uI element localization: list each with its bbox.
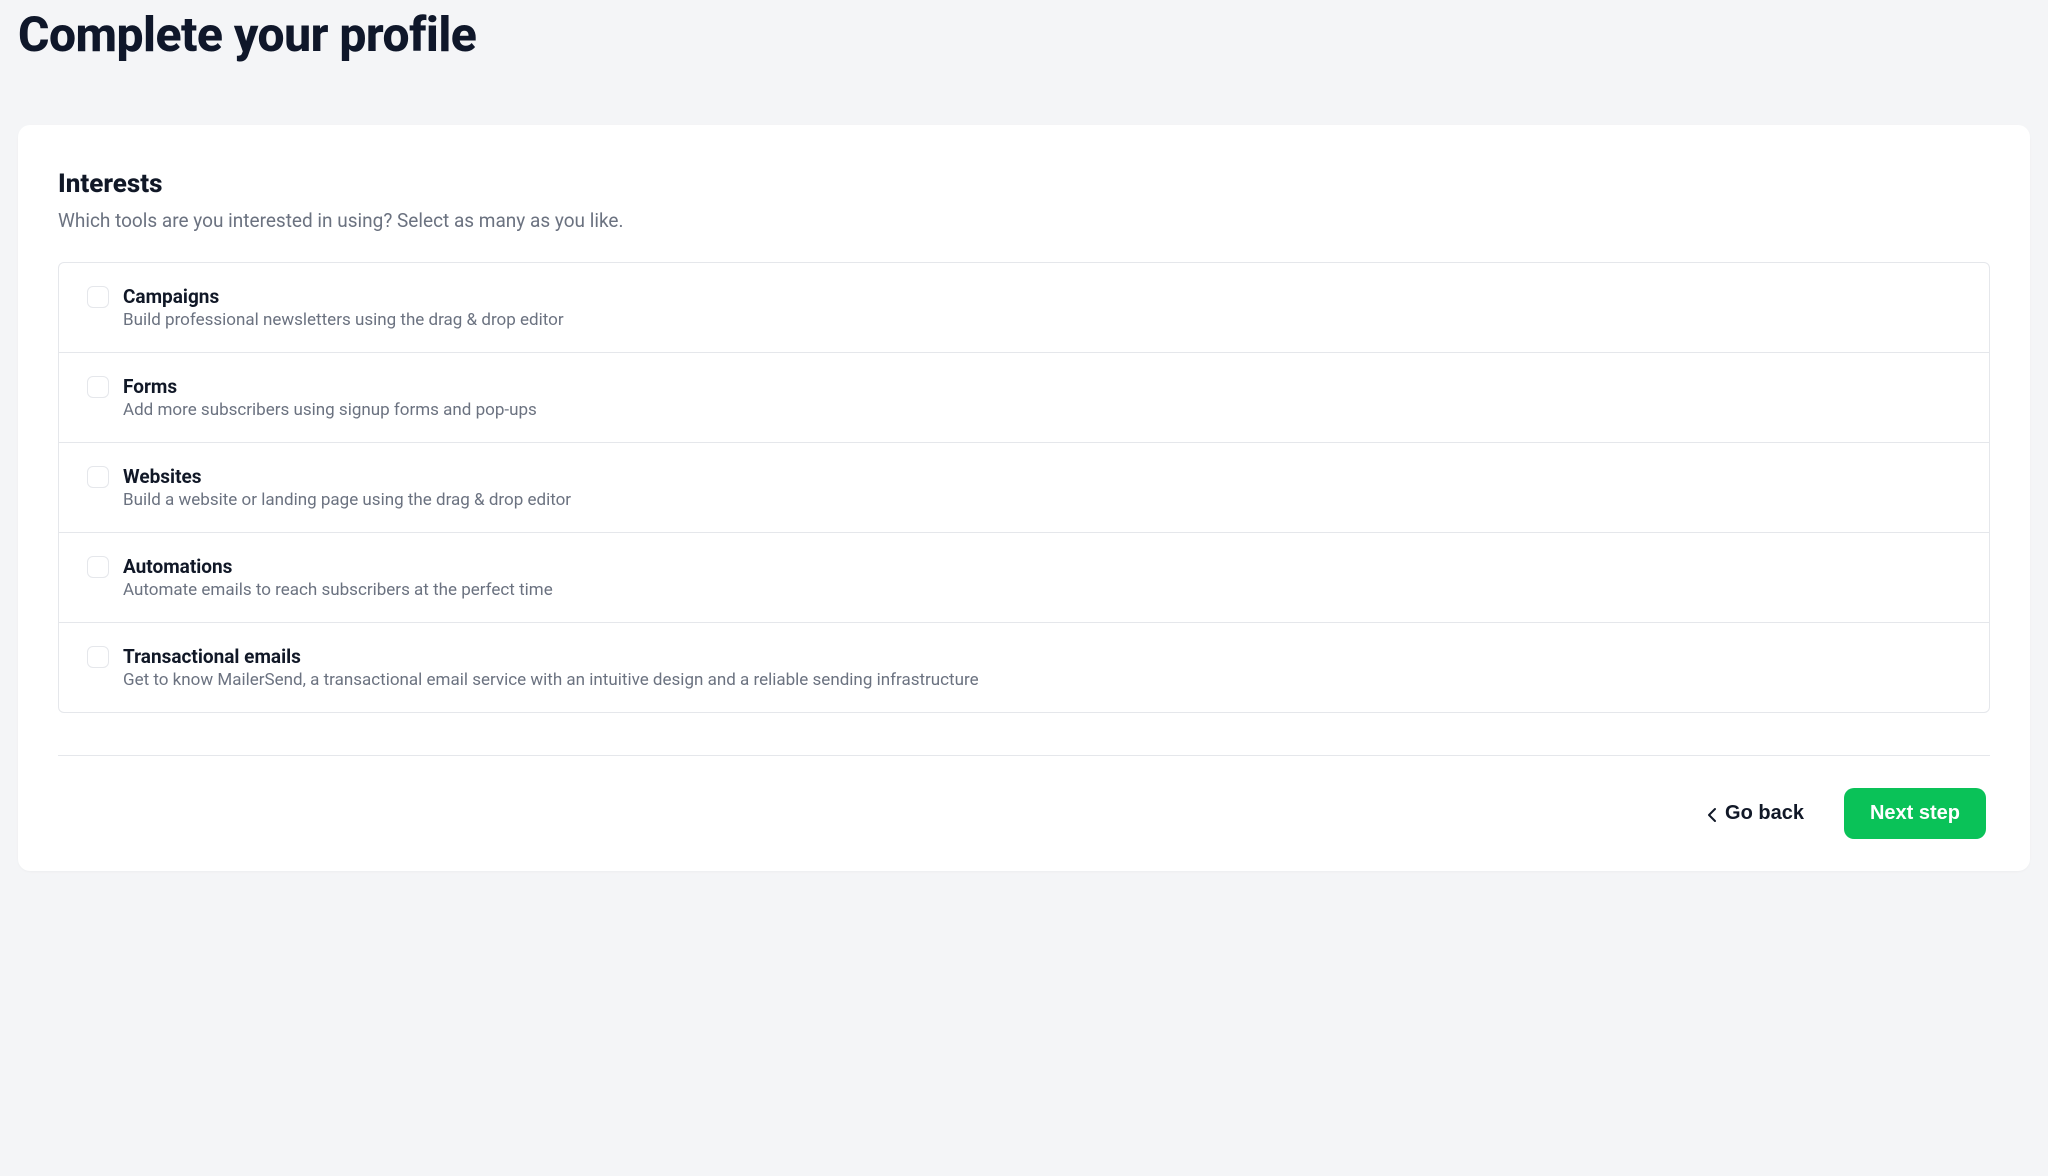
option-title: Automations bbox=[123, 555, 553, 578]
option-content: Automations Automate emails to reach sub… bbox=[123, 555, 553, 600]
option-automations[interactable]: Automations Automate emails to reach sub… bbox=[59, 533, 1989, 623]
option-campaigns[interactable]: Campaigns Build professional newsletters… bbox=[59, 263, 1989, 353]
chevron-left-icon bbox=[1707, 806, 1717, 822]
option-content: Forms Add more subscribers using signup … bbox=[123, 375, 537, 420]
option-desc: Build a website or landing page using th… bbox=[123, 490, 571, 510]
checkbox[interactable] bbox=[87, 646, 109, 668]
checkbox[interactable] bbox=[87, 556, 109, 578]
option-forms[interactable]: Forms Add more subscribers using signup … bbox=[59, 353, 1989, 443]
divider bbox=[58, 755, 1990, 756]
page-title: Complete your profile bbox=[0, 0, 2048, 63]
option-websites[interactable]: Websites Build a website or landing page… bbox=[59, 443, 1989, 533]
card-subtitle: Which tools are you interested in using?… bbox=[58, 209, 1990, 232]
option-transactional-emails[interactable]: Transactional emails Get to know MailerS… bbox=[59, 623, 1989, 712]
options-list: Campaigns Build professional newsletters… bbox=[58, 262, 1990, 713]
option-desc: Automate emails to reach subscribers at … bbox=[123, 580, 553, 600]
interests-card: Interests Which tools are you interested… bbox=[18, 125, 2030, 871]
go-back-label: Go back bbox=[1725, 802, 1804, 825]
next-step-button[interactable]: Next step bbox=[1844, 788, 1986, 839]
option-title: Campaigns bbox=[123, 285, 564, 308]
option-title: Websites bbox=[123, 465, 571, 488]
option-desc: Get to know MailerSend, a transactional … bbox=[123, 670, 979, 690]
option-content: Websites Build a website or landing page… bbox=[123, 465, 571, 510]
option-title: Forms bbox=[123, 375, 537, 398]
checkbox[interactable] bbox=[87, 286, 109, 308]
option-content: Campaigns Build professional newsletters… bbox=[123, 285, 564, 330]
footer-actions: Go back Next step bbox=[58, 788, 1990, 839]
option-content: Transactional emails Get to know MailerS… bbox=[123, 645, 979, 690]
option-desc: Add more subscribers using signup forms … bbox=[123, 400, 537, 420]
checkbox[interactable] bbox=[87, 376, 109, 398]
go-back-button[interactable]: Go back bbox=[1707, 802, 1804, 825]
checkbox[interactable] bbox=[87, 466, 109, 488]
card-title: Interests bbox=[58, 169, 1990, 199]
option-desc: Build professional newsletters using the… bbox=[123, 310, 564, 330]
option-title: Transactional emails bbox=[123, 645, 979, 668]
